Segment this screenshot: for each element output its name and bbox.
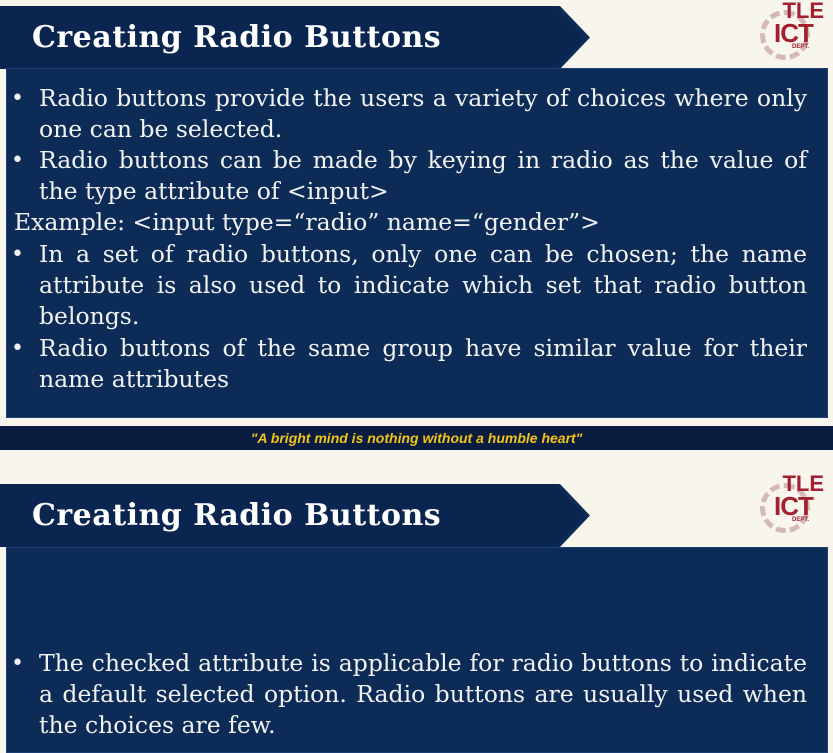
bullet-text: Radio buttons provide the users a variet…	[39, 84, 807, 143]
bullet-text: In a set of radio buttons, only one can …	[39, 240, 807, 330]
tle-ict-logo: TLE ICT DEPT.	[758, 0, 830, 62]
bullet-dot: •	[11, 242, 24, 267]
bullet-item: • Radio buttons of the same group have s…	[7, 333, 807, 395]
logo-dept-text: DEPT.	[792, 44, 810, 50]
bullet-item: • The checked attribute is applicable fo…	[7, 648, 807, 741]
tle-ict-logo: TLE ICT DEPT.	[758, 471, 830, 535]
footer-quote: "A bright mind is nothing without a humb…	[250, 430, 583, 446]
logo-dept-text: DEPT.	[792, 517, 810, 523]
bullet-dot: •	[11, 148, 24, 173]
bullet-item: • Radio buttons can be made by keying in…	[7, 145, 807, 207]
bullet-item: • Radio buttons provide the users a vari…	[7, 83, 807, 145]
slide-title: Creating Radio Buttons	[32, 498, 442, 533]
bullet-dot: •	[11, 86, 24, 111]
slide-title: Creating Radio Buttons	[32, 20, 442, 55]
slide-1: Creating Radio Buttons TLE ICT DEPT. • R…	[0, 0, 833, 426]
bullet-dot: •	[11, 336, 24, 361]
bullet-text: Radio buttons of the same group have sim…	[39, 334, 807, 393]
bullet-item: • In a set of radio buttons, only one ca…	[7, 239, 807, 332]
example-line: Example: <input type=“radio” name=“gende…	[14, 208, 600, 236]
slide-2: Creating Radio Buttons TLE ICT DEPT. • T…	[0, 459, 833, 753]
bullet-text: The checked attribute is applicable for …	[39, 649, 807, 739]
bullet-dot: •	[11, 651, 24, 676]
bullet-text: Radio buttons can be made by keying in r…	[39, 146, 807, 205]
